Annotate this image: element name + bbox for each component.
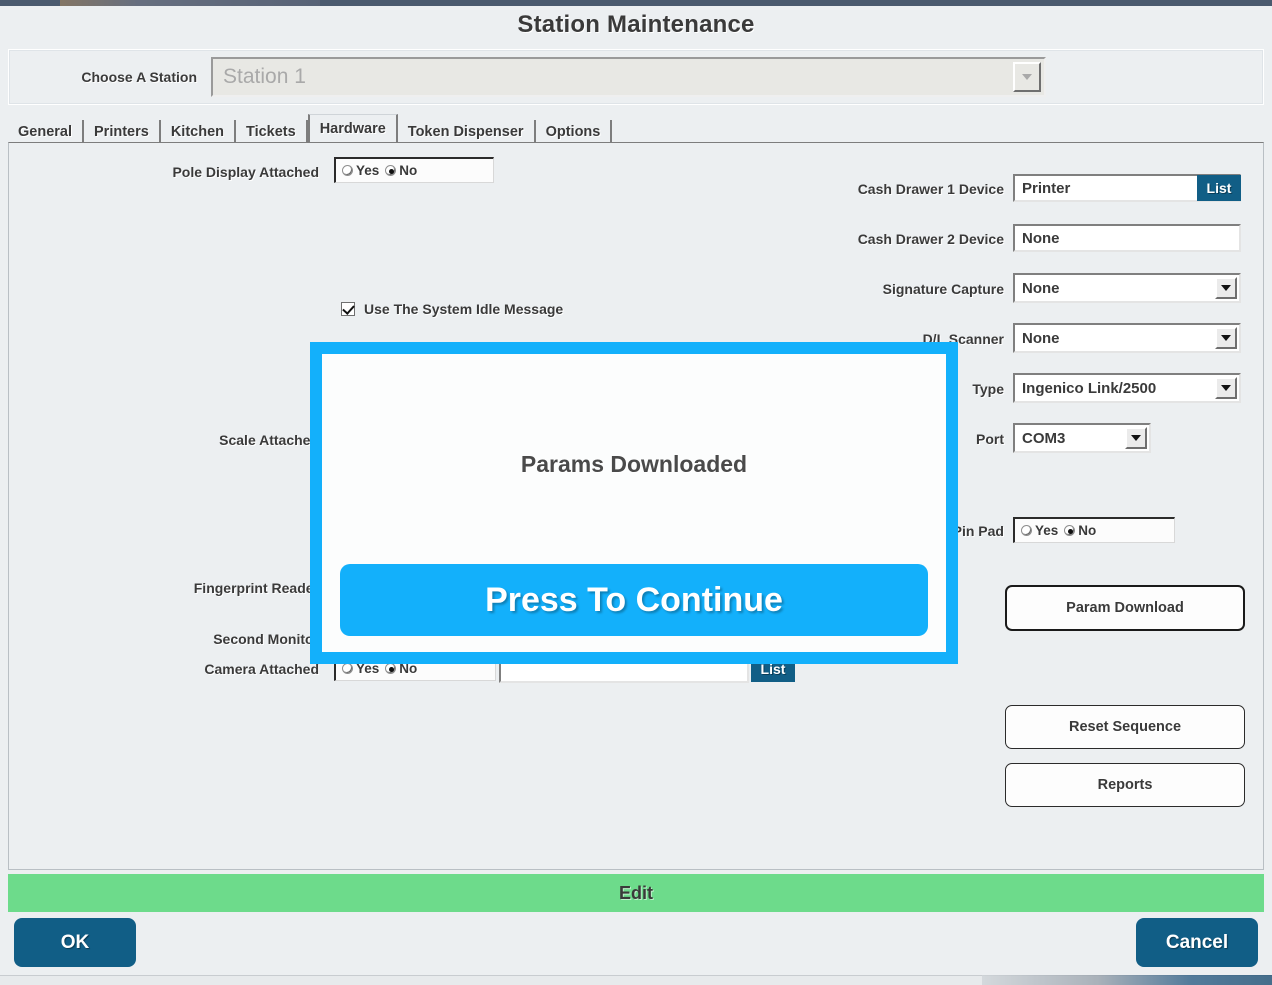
port-value: COM3 <box>1022 429 1066 447</box>
os-taskbar-icons-blur <box>982 975 1272 985</box>
radio-checked-icon[interactable] <box>385 165 397 176</box>
pin-pad-no-label: No <box>1078 523 1097 538</box>
pole-display-attached-label: Pole Display Attached <box>172 164 319 180</box>
use-system-idle-message-row[interactable]: Use The System Idle Message <box>341 301 563 317</box>
pole-display-yes-label: Yes <box>356 163 380 178</box>
pin-pad-no-option[interactable]: No <box>1064 523 1096 538</box>
type-value: Ingenico Link/2500 <box>1022 379 1157 397</box>
modal-message: Params Downloaded <box>520 451 748 477</box>
station-select[interactable]: Station 1 <box>211 57 1046 97</box>
chevron-down-icon[interactable] <box>1215 277 1237 299</box>
chevron-down-icon[interactable] <box>1125 427 1147 449</box>
modal-body: Params Downloaded Press To Continue <box>322 354 946 652</box>
tab-hardware[interactable]: Hardware <box>307 114 398 142</box>
page-title: Station Maintenance <box>517 11 755 38</box>
signature-capture-label: Signature Capture <box>882 281 1004 297</box>
signature-capture-select[interactable]: None <box>1013 273 1241 303</box>
param-download-button[interactable]: Param Download <box>1005 585 1245 631</box>
radio-checked-icon[interactable] <box>385 663 397 674</box>
cash-drawer-1-list-button[interactable]: List <box>1197 175 1241 201</box>
radio-unchecked-icon[interactable] <box>342 165 353 176</box>
chevron-down-icon[interactable] <box>1215 327 1237 349</box>
ok-button[interactable]: OK <box>14 918 136 967</box>
pin-pad-yes-option[interactable]: Yes <box>1021 523 1058 538</box>
radio-unchecked-icon[interactable] <box>342 663 353 674</box>
choose-a-station-label: Choose A Station <box>81 69 197 85</box>
second-monitor-label: Second Monitor <box>213 631 319 647</box>
camera-attached-label: Camera Attached <box>204 661 319 677</box>
tab-printers[interactable]: Printers <box>84 120 161 144</box>
signature-capture-value: None <box>1022 279 1060 297</box>
tab-bar: General Printers Kitchen Tickets Hardwar… <box>8 114 1264 144</box>
cash-drawer-2-device-label: Cash Drawer 2 Device <box>857 231 1004 247</box>
scale-attached-label: Scale Attached <box>219 432 319 448</box>
pole-display-no-option[interactable]: No <box>385 163 417 178</box>
port-select[interactable]: COM3 <box>1013 423 1151 453</box>
radio-checked-icon[interactable] <box>1064 525 1076 536</box>
reports-button[interactable]: Reports <box>1005 763 1245 807</box>
dl-scanner-value: None <box>1022 329 1060 347</box>
station-chooser-row: Choose A Station Station 1 <box>8 49 1264 105</box>
pin-pad-yes-label: Yes <box>1035 523 1059 538</box>
tab-options[interactable]: Options <box>535 120 613 144</box>
cancel-button[interactable]: Cancel <box>1136 918 1258 967</box>
os-taskbar-sliver <box>0 975 1272 985</box>
pole-display-no-label: No <box>399 163 418 178</box>
station-maintenance-window: Station Maintenance Choose A Station Sta… <box>0 6 1272 972</box>
tab-token-dispenser[interactable]: Token Dispenser <box>397 120 536 144</box>
dialog-footer: OK Cancel <box>8 912 1264 972</box>
reset-sequence-button[interactable]: Reset Sequence <box>1005 705 1245 749</box>
cash-drawer-1-device-label: Cash Drawer 1 Device <box>857 181 1004 197</box>
tab-general[interactable]: General <box>8 120 84 144</box>
screen-root: Station Maintenance Choose A Station Sta… <box>0 0 1272 985</box>
pole-display-yes-option[interactable]: Yes <box>342 163 379 178</box>
fingerprint-reader-label: Fingerprint Reader <box>193 580 319 596</box>
chevron-down-icon[interactable] <box>1013 62 1041 92</box>
checkbox-checked-icon[interactable] <box>341 302 355 316</box>
params-downloaded-modal: Params Downloaded Press To Continue <box>310 342 958 664</box>
tab-tickets[interactable]: Tickets <box>235 120 308 144</box>
station-select-value: Station 1 <box>223 65 306 88</box>
chevron-down-icon[interactable] <box>1215 377 1237 399</box>
window-title-bar: Station Maintenance <box>0 6 1272 44</box>
pin-pad-radio-group[interactable]: Yes No <box>1013 517 1175 543</box>
press-to-continue-button[interactable]: Press To Continue <box>340 564 928 636</box>
type-select[interactable]: Ingenico Link/2500 <box>1013 373 1241 403</box>
dl-scanner-select[interactable]: None <box>1013 323 1241 353</box>
edit-band-button[interactable]: Edit <box>8 874 1264 912</box>
pole-display-attached-radio-group[interactable]: Yes No <box>334 157 494 183</box>
use-system-idle-message-label: Use The System Idle Message <box>364 301 564 317</box>
radio-unchecked-icon[interactable] <box>1021 525 1032 536</box>
tab-kitchen[interactable]: Kitchen <box>160 120 236 144</box>
cash-drawer-2-device-input[interactable]: None <box>1013 224 1241 252</box>
